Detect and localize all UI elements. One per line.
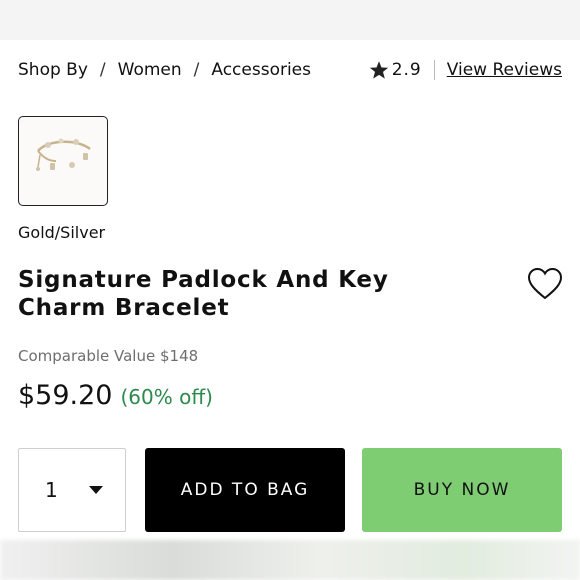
breadcrumb-separator: /	[99, 60, 106, 80]
sale-price: $59.20	[18, 380, 113, 411]
breadcrumb-separator: /	[193, 60, 200, 80]
rating-score: 2.9	[391, 60, 422, 80]
product-thumbnail[interactable]	[18, 116, 108, 206]
breadcrumb: Shop By / Women / Accessories	[18, 60, 311, 80]
top-bar	[0, 0, 580, 40]
product-title-line-2: Charm Bracelet	[18, 295, 230, 321]
breadcrumb-shop-by[interactable]: Shop By	[18, 60, 88, 80]
product-title: Signature Padlock And Key Charm Bracelet	[18, 266, 488, 322]
rating-divider	[433, 60, 435, 80]
product-title-line-1: Signature Padlock And Key	[18, 267, 389, 293]
discount-percent: (60% off)	[120, 385, 213, 409]
breadcrumb-women[interactable]: Women	[118, 60, 182, 80]
quantity-value: 1	[45, 478, 58, 502]
buy-now-button[interactable]: BUY NOW	[362, 448, 562, 532]
product-rating: 2.9 View Reviews	[369, 60, 562, 80]
star-icon	[369, 61, 388, 79]
view-reviews-link[interactable]: View Reviews	[447, 60, 562, 80]
color-label: Gold/Silver	[18, 223, 106, 242]
caret-down-icon	[89, 486, 103, 494]
bracelet-image	[36, 138, 91, 171]
add-to-bag-button[interactable]: ADD TO BAG	[145, 448, 345, 532]
price-row: $59.20 (60% off)	[18, 380, 213, 411]
heart-icon[interactable]	[527, 267, 563, 301]
comparable-value: Comparable Value $148	[18, 347, 199, 365]
quantity-select[interactable]: 1	[18, 448, 126, 532]
page-bottom-fade	[0, 540, 580, 580]
breadcrumb-accessories[interactable]: Accessories	[211, 60, 311, 80]
